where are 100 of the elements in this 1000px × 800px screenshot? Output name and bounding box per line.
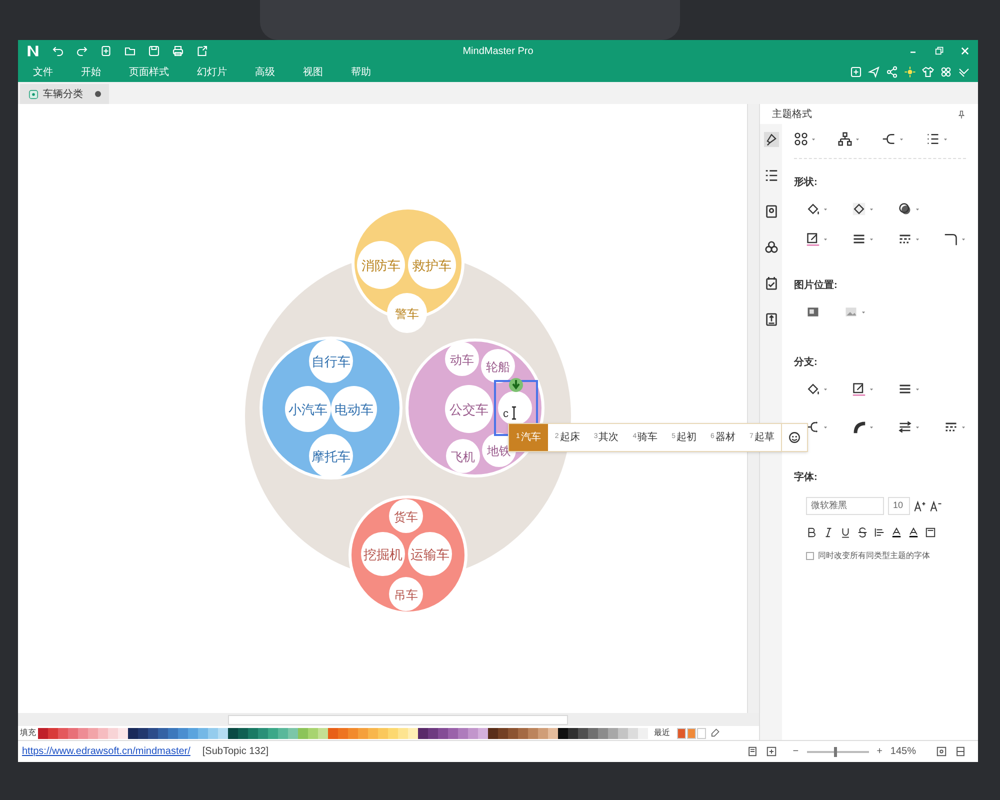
smiley-icon[interactable]: [788, 431, 802, 444]
color-swatch[interactable]: [468, 728, 478, 738]
color-swatch[interactable]: [68, 728, 78, 738]
color-swatch[interactable]: [208, 728, 218, 738]
checkbox[interactable]: [806, 552, 814, 560]
fit-page-icon[interactable]: [936, 746, 947, 757]
dash-style-icon[interactable]: [944, 420, 958, 434]
color-swatch[interactable]: [148, 728, 158, 738]
bold-icon[interactable]: [806, 527, 817, 538]
export-icon[interactable]: [196, 45, 208, 57]
subtopic-bubble[interactable]: [498, 391, 532, 425]
font-size-select[interactable]: 10: [888, 497, 910, 515]
subtopic-bubble[interactable]: [309, 434, 353, 478]
shirt-icon[interactable]: [922, 66, 934, 78]
color-swatch[interactable]: [548, 728, 558, 738]
subtopic-bubble[interactable]: [331, 386, 377, 432]
color-swatch[interactable]: [488, 728, 498, 738]
shrink-font-icon[interactable]: [930, 500, 942, 512]
fit-icon[interactable]: [766, 746, 777, 757]
color-swatch[interactable]: [88, 728, 98, 738]
dropdown-arrow-icon[interactable]: [869, 206, 874, 212]
color-swatch[interactable]: [158, 728, 168, 738]
color-swatch[interactable]: [628, 728, 638, 738]
clear-format-icon[interactable]: [925, 527, 936, 538]
color-swatch[interactable]: [358, 728, 368, 738]
document-tab[interactable]: 车辆分类: [20, 84, 109, 104]
new-icon[interactable]: [100, 45, 112, 57]
hierarchy-icon[interactable]: [838, 132, 852, 146]
chevron-down-icon[interactable]: [958, 66, 970, 78]
subtopic-bubble[interactable]: [309, 339, 353, 383]
dash-style-icon[interactable]: [898, 232, 912, 246]
color-swatch[interactable]: [238, 728, 248, 738]
color-swatch[interactable]: [228, 728, 238, 738]
color-swatch[interactable]: [638, 728, 648, 738]
color-swatch[interactable]: [418, 728, 428, 738]
menu-item[interactable]: 幻灯片: [184, 64, 240, 80]
dropdown-arrow-icon[interactable]: [915, 424, 920, 430]
line-weight-icon[interactable]: [852, 232, 866, 246]
menu-item[interactable]: 文件: [20, 64, 66, 80]
color-swatch[interactable]: [108, 728, 118, 738]
color-swatch[interactable]: [138, 728, 148, 738]
download-icon[interactable]: [509, 378, 523, 392]
fill-icon[interactable]: [806, 202, 820, 216]
color-swatch[interactable]: [188, 728, 198, 738]
menu-item[interactable]: 开始: [68, 64, 114, 80]
outline-icon[interactable]: [764, 312, 778, 327]
color-swatch[interactable]: [687, 728, 696, 738]
color-swatch[interactable]: [348, 728, 358, 738]
numbered-list-icon[interactable]: [926, 132, 940, 146]
color-swatch[interactable]: [677, 728, 686, 738]
badge-icon[interactable]: [764, 204, 778, 219]
font-color-icon[interactable]: [908, 527, 919, 538]
dropdown-arrow-icon[interactable]: [823, 424, 828, 430]
dropdown-arrow-icon[interactable]: [915, 386, 920, 392]
list-icon[interactable]: [764, 168, 778, 183]
color-swatch[interactable]: [168, 728, 178, 738]
color-swatch[interactable]: [198, 728, 208, 738]
fullscreen-icon[interactable]: [955, 746, 966, 757]
color-swatch[interactable]: [598, 728, 608, 738]
dropdown-arrow-icon[interactable]: [855, 136, 860, 142]
save-icon[interactable]: [148, 45, 160, 57]
color-swatch[interactable]: [308, 728, 318, 738]
branch-icon[interactable]: [806, 420, 820, 434]
status-link[interactable]: https://www.edrawsoft.cn/mindmaster/: [22, 744, 190, 759]
horizontal-scrollbar[interactable]: [18, 713, 759, 726]
dropdown-arrow-icon[interactable]: [869, 424, 874, 430]
zoom-in-button[interactable]: +: [876, 744, 882, 759]
dropdown-arrow-icon[interactable]: [811, 136, 816, 142]
color-swatch[interactable]: [118, 728, 128, 738]
dropdown-arrow-icon[interactable]: [823, 236, 828, 242]
color-swatch[interactable]: [398, 728, 408, 738]
dropdown-arrow-icon[interactable]: [823, 386, 828, 392]
dropdown-arrow-icon[interactable]: [899, 136, 904, 142]
dropdown-arrow-icon[interactable]: [915, 236, 920, 242]
color-swatch[interactable]: [328, 728, 338, 738]
menu-item[interactable]: 视图: [290, 64, 336, 80]
color-swatch[interactable]: [508, 728, 518, 738]
color-swatch[interactable]: [438, 728, 448, 738]
color-swatch[interactable]: [528, 728, 538, 738]
color-swatch[interactable]: [378, 728, 388, 738]
color-swatch[interactable]: [298, 728, 308, 738]
folder-icon[interactable]: [124, 45, 136, 57]
zoom-out-button[interactable]: −: [792, 744, 799, 759]
border-color-icon[interactable]: [852, 382, 866, 396]
curve-icon[interactable]: [852, 420, 866, 434]
branch-arrows-icon[interactable]: [898, 420, 912, 434]
subtopic-bubble[interactable]: [285, 386, 331, 432]
close-icon[interactable]: [960, 46, 970, 56]
color-swatch[interactable]: [498, 728, 508, 738]
color-swatch[interactable]: [38, 728, 48, 738]
menu-item[interactable]: 页面样式: [116, 64, 182, 80]
page-icon[interactable]: [746, 746, 758, 757]
color-swatch[interactable]: [248, 728, 258, 738]
menu-item[interactable]: 高级: [242, 64, 288, 80]
dropdown-arrow-icon[interactable]: [869, 236, 874, 242]
dropdown-arrow-icon[interactable]: [861, 310, 866, 314]
grow-font-icon[interactable]: [914, 500, 926, 512]
line-weight-icon[interactable]: [898, 382, 912, 396]
color-swatch[interactable]: [428, 728, 438, 738]
dropdown-arrow-icon[interactable]: [823, 206, 828, 212]
